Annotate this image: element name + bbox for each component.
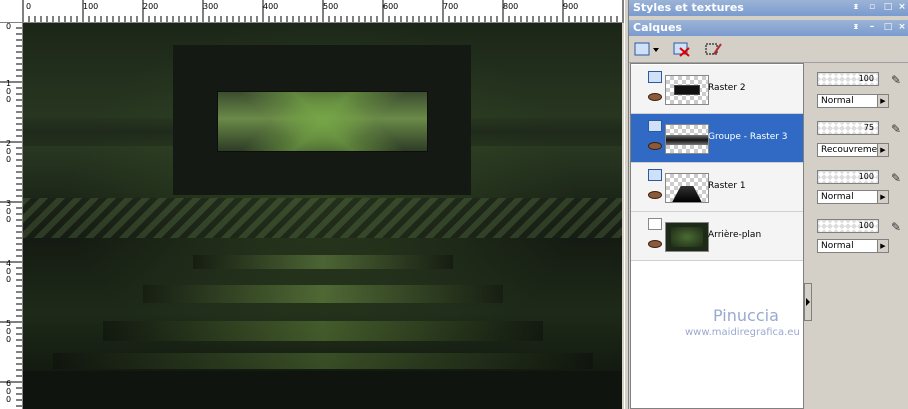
close-icon[interactable]: × [897, 2, 907, 13]
raster-layer-icon [648, 71, 662, 83]
group-layer-icon [648, 120, 662, 132]
layer-list[interactable]: Raster 2 Groupe - Raster 3 Raster 1 Arri… [630, 63, 804, 409]
layer-thumbnail [665, 75, 709, 105]
layer-row-raster-2[interactable]: Raster 2 [631, 65, 803, 114]
edit-selection-icon [705, 43, 722, 55]
delete-layer-icon [673, 42, 690, 57]
ruler-tick-label: 100 [6, 79, 12, 104]
opacity-slider[interactable]: 100 [817, 219, 879, 233]
eye-icon[interactable] [648, 191, 662, 199]
ruler-tick-label: 200 [143, 2, 159, 11]
styles-panel-title: Styles et textures [633, 1, 744, 14]
ruler-tick-label: 0 [6, 22, 12, 31]
opacity-slider[interactable]: 100 [817, 72, 879, 86]
pen-link-icon[interactable]: ✎ [891, 122, 905, 136]
layer-thumbnail [665, 222, 709, 252]
floor-strip [193, 255, 453, 269]
floor-strip [103, 321, 543, 341]
layer-props-raster-2: 100 ✎ Normal ▶ [815, 72, 908, 112]
opacity-slider[interactable]: 100 [817, 170, 879, 184]
ruler-tick-label: 600 [383, 2, 399, 11]
eye-icon[interactable] [648, 142, 662, 150]
layer-row-raster-1[interactable]: Raster 1 [631, 163, 803, 212]
delete-layer-button[interactable] [673, 41, 691, 58]
styles-panel-titlebar[interactable]: Styles et textures ᵻ ▫ □ × [629, 0, 908, 16]
maximize-icon[interactable]: □ [883, 2, 893, 13]
blend-mode-select[interactable]: Normal ▶ [817, 190, 889, 204]
maximize-icon[interactable]: □ [883, 22, 893, 33]
layer-name: Raster 1 [708, 181, 746, 191]
ruler-tick-label: 800 [503, 2, 519, 11]
layer-name: Raster 2 [708, 83, 746, 93]
background-layer-icon [648, 218, 662, 230]
eye-icon[interactable] [648, 240, 662, 248]
blend-mode-select[interactable]: Normal ▶ [817, 94, 889, 108]
minimize-icon[interactable]: – [867, 22, 877, 33]
ruler-tick-label: 400 [6, 259, 12, 284]
layers-panel-titlebar[interactable]: Calques ᵻ – □ × [629, 20, 908, 36]
pen-link-icon[interactable]: ✎ [891, 220, 905, 234]
ruler-tick-label: 500 [6, 319, 12, 344]
watermark-name: Pinuccia [713, 306, 779, 325]
layer-thumbnail [665, 173, 709, 203]
ruler-tick-label: 600 [6, 379, 12, 404]
ruler-tick-label: 500 [323, 2, 339, 11]
ruler-tick-label: 300 [6, 199, 12, 224]
blend-mode-select[interactable]: Normal ▶ [817, 239, 889, 253]
blend-mode-select[interactable]: Recouvrement ▶ [817, 143, 889, 157]
layer-props-groupe-raster-3: 75 ✎ Recouvrement ▶ [815, 121, 908, 161]
canvas-bottom [23, 371, 622, 409]
layer-thumbnail [665, 124, 709, 154]
ruler-tick-label: 400 [263, 2, 279, 11]
vertical-ruler: 0 100 200 300 400 500 600 [0, 22, 23, 409]
pen-link-icon[interactable]: ✎ [891, 171, 905, 185]
close-icon[interactable]: × [897, 22, 907, 33]
layers-panel-title: Calques [633, 21, 682, 34]
pin-icon[interactable]: ᵻ [851, 2, 861, 13]
layer-row-arriere-plan[interactable]: Arrière-plan [631, 212, 803, 261]
ruler-tick-label: 300 [203, 2, 219, 11]
new-layer-button[interactable] [633, 41, 661, 58]
layer-name: Arrière-plan [708, 230, 762, 240]
ruler-tick-label: 700 [443, 2, 459, 11]
opacity-slider[interactable]: 75 [817, 121, 879, 135]
floor-strip [53, 353, 593, 369]
pen-link-icon[interactable]: ✎ [891, 73, 905, 87]
ruler-tick-label: 100 [83, 2, 99, 11]
list-resize-handle[interactable] [804, 283, 812, 321]
new-layer-icon [634, 42, 659, 56]
layers-toolbar [629, 36, 908, 63]
image-canvas[interactable] [23, 23, 622, 409]
horizontal-ruler: 0 100 200 300 400 500 600 700 800 900 [0, 0, 624, 23]
ruler-tick-label: 0 [26, 2, 32, 11]
ruler-tick-label: 200 [6, 139, 12, 164]
edit-selection-button[interactable] [705, 41, 723, 58]
floor-strip [143, 285, 503, 303]
canvas-band [23, 198, 622, 238]
layer-props-raster-1: 100 ✎ Normal ▶ [815, 170, 908, 210]
layer-row-groupe-raster-3[interactable]: Groupe - Raster 3 [631, 114, 803, 163]
layer-props-arriere-plan: 100 ✎ Normal ▶ [815, 219, 908, 259]
watermark-url: www.maidiregrafica.eu [685, 327, 800, 338]
picture-inset [217, 91, 428, 152]
eye-icon[interactable] [648, 93, 662, 101]
pin-icon[interactable]: ᵻ [851, 22, 861, 33]
ruler-tick-label: 900 [563, 2, 579, 11]
raster-layer-icon [648, 169, 662, 181]
chevron-right-icon [806, 298, 810, 306]
restore-icon[interactable]: ▫ [867, 2, 877, 13]
layer-name: Groupe - Raster 3 [708, 132, 788, 142]
